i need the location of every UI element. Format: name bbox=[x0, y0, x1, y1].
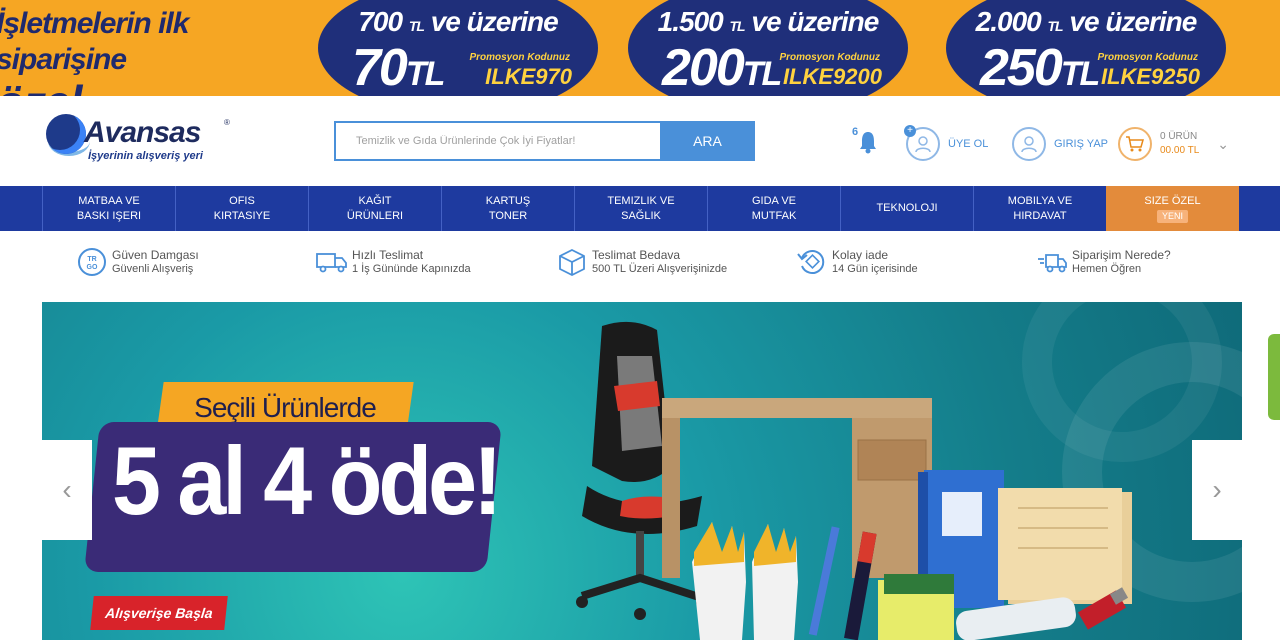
cart-total: 00.00 TL bbox=[1160, 145, 1200, 156]
promo-code-label: Promosyon Kodunuz bbox=[469, 52, 570, 63]
promo-amount: 200TL bbox=[662, 39, 782, 96]
special-label: SIZE ÖZEL bbox=[1144, 195, 1201, 207]
promo-amount: 70TL bbox=[352, 39, 445, 96]
feature-text: Kolay iade 14 Gün içerisinde bbox=[832, 247, 918, 275]
promo-headline: İşletmelerin ilk siparişine özel indirim… bbox=[0, 6, 296, 96]
search-input[interactable] bbox=[334, 121, 661, 161]
signup-link[interactable]: + ÜYE OL bbox=[904, 125, 989, 162]
feature-easy-return[interactable]: Kolay iade 14 Gün içerisinde bbox=[796, 246, 918, 278]
trust-seal-icon: TR GO bbox=[76, 246, 108, 278]
feature-text: Siparişim Nerede? Hemen Öğren bbox=[1072, 247, 1171, 275]
promo-threshold: 2.000 TL ve üzerine bbox=[975, 6, 1198, 37]
logo-mark-icon bbox=[46, 114, 86, 154]
nav-item-mobilya[interactable]: MOBILYA VE HIRDAVAT bbox=[973, 186, 1106, 231]
shop-now-button[interactable]: Alışverişe Başla bbox=[90, 596, 228, 630]
logo[interactable]: Avansas ® İşyerinin alışveriş yeri bbox=[46, 114, 236, 168]
svg-text:GO: GO bbox=[87, 264, 98, 271]
promo-threshold: 1.500 TL ve üzerine bbox=[657, 6, 880, 37]
nav-item-size-ozel[interactable]: SIZE ÖZEL YENI bbox=[1106, 186, 1239, 231]
user-add-icon: + bbox=[904, 125, 940, 161]
feature-text: Hızlı Teslimat 1 İş Gününde Kapınızda bbox=[352, 247, 471, 275]
site-header: Avansas ® İşyerinin alışveriş yeri ARA 6… bbox=[0, 96, 1280, 186]
return-icon bbox=[796, 246, 828, 278]
banner-headline: 5 al 4 öde! bbox=[112, 426, 502, 535]
hero-banner[interactable]: Seçili Ürünlerde 5 al 4 öde! Alışverişe … bbox=[42, 302, 1242, 640]
logo-registered: ® bbox=[224, 118, 230, 127]
delivery-icon bbox=[1036, 246, 1068, 278]
promo-amount: 250TL bbox=[980, 39, 1100, 96]
feature-fast-delivery[interactable]: Hızlı Teslimat 1 İş Gününde Kapınızda bbox=[316, 246, 471, 278]
cart-summary: 0 ÜRÜN 00.00 TL bbox=[1160, 130, 1199, 158]
promo-threshold: 700 TL ve üzerine bbox=[358, 6, 558, 37]
svg-text:TR: TR bbox=[87, 256, 96, 263]
carousel-next-button[interactable]: › bbox=[1192, 440, 1242, 540]
nav-item-ofis[interactable]: OFIS KIRTASIYE bbox=[175, 186, 308, 231]
login-link[interactable]: GIRIŞ YAP bbox=[1012, 126, 1108, 162]
nav-item-temizlik[interactable]: TEMIZLIK VE SAĞLIK bbox=[574, 186, 707, 231]
gloves-image bbox=[692, 522, 798, 640]
promo-card: 2.000 TL ve üzerine 250TL Promosyon Kodu… bbox=[946, 0, 1226, 96]
feature-free-shipping[interactable]: Teslimat Bedava 500 TL Üzeri Alışverişini… bbox=[556, 246, 727, 278]
promo-code-label: Promosyon Kodunuz bbox=[1097, 52, 1198, 63]
nav-item-teknoloji[interactable]: TEKNOLOJI bbox=[840, 186, 973, 231]
box-icon bbox=[556, 246, 588, 278]
feature-bar: TR GO Güven Damgası Güvenli Alışveriş Hızl… bbox=[0, 246, 1280, 286]
feature-order-tracking[interactable]: Siparişim Nerede? Hemen Öğren bbox=[1036, 246, 1171, 278]
new-badge: YENI bbox=[1156, 210, 1188, 223]
promo-line1: İşletmelerin ilk siparişine bbox=[0, 7, 189, 76]
promo-code-label: Promosyon Kodunuz bbox=[779, 52, 880, 63]
nav-item-kartus[interactable]: KARTUŞ TONER bbox=[441, 186, 574, 231]
promo-code: ILKE9250 bbox=[1100, 64, 1200, 89]
promo-line2: özel indirimler! bbox=[0, 78, 296, 96]
feature-text: Teslimat Bedava 500 TL Üzeri Alışverişini… bbox=[592, 247, 728, 275]
promo-banner[interactable]: İşletmelerin ilk siparişine özel indirim… bbox=[0, 0, 1280, 96]
search-button[interactable]: ARA bbox=[660, 121, 755, 161]
cart-count: 0 ÜRÜN bbox=[1160, 131, 1198, 142]
chevron-down-icon[interactable]: ⌄ bbox=[1217, 136, 1229, 153]
logo-name: Avansas bbox=[84, 116, 201, 149]
notification-button[interactable]: 6 bbox=[852, 126, 882, 158]
feature-text: Güven Damgası Güvenli Alışveriş bbox=[112, 247, 199, 275]
login-label: GIRIŞ YAP bbox=[1054, 138, 1109, 150]
user-icon bbox=[1012, 127, 1046, 161]
nav-item-matbaa[interactable]: MATBAA VE BASKI IŞERI bbox=[42, 186, 175, 231]
chevron-right-icon: › bbox=[1212, 474, 1222, 505]
promo-code: ILKE970 bbox=[485, 64, 572, 89]
usb-drive-image bbox=[1077, 587, 1129, 630]
signup-label: ÜYE OL bbox=[948, 138, 989, 150]
sticky-notes-image bbox=[878, 574, 954, 640]
feature-trust[interactable]: TR GO Güven Damgası Güvenli Alışveriş bbox=[76, 246, 199, 278]
chevron-left-icon: ‹ bbox=[62, 474, 72, 505]
bell-icon bbox=[860, 132, 876, 154]
cart-link[interactable]: 0 ÜRÜN 00.00 TL ⌄ bbox=[1118, 126, 1229, 162]
nav-item-gida[interactable]: GIDA VE MUTFAK bbox=[707, 186, 840, 231]
logo-tagline: İşyerinin alışveriş yeri bbox=[88, 150, 203, 162]
truck-icon bbox=[316, 246, 348, 278]
cart-icon bbox=[1118, 127, 1152, 161]
feedback-tab[interactable] bbox=[1268, 334, 1280, 420]
main-nav: MATBAA VE BASKI IŞERI OFIS KIRTASIYE KAĞIT… bbox=[0, 186, 1280, 231]
promo-card: 1.500 TL ve üzerine 200TL Promosyon Kodu… bbox=[628, 0, 908, 96]
promo-card: 700 TL ve üzerine 70TL Promosyon Kodunuz… bbox=[318, 0, 598, 96]
carousel-prev-button[interactable]: ‹ bbox=[42, 440, 92, 540]
promo-code: ILKE9200 bbox=[782, 64, 882, 89]
nav-item-kagit[interactable]: KAĞIT ÜRÜNLERI bbox=[308, 186, 441, 231]
stretch-film-image bbox=[956, 597, 1076, 640]
